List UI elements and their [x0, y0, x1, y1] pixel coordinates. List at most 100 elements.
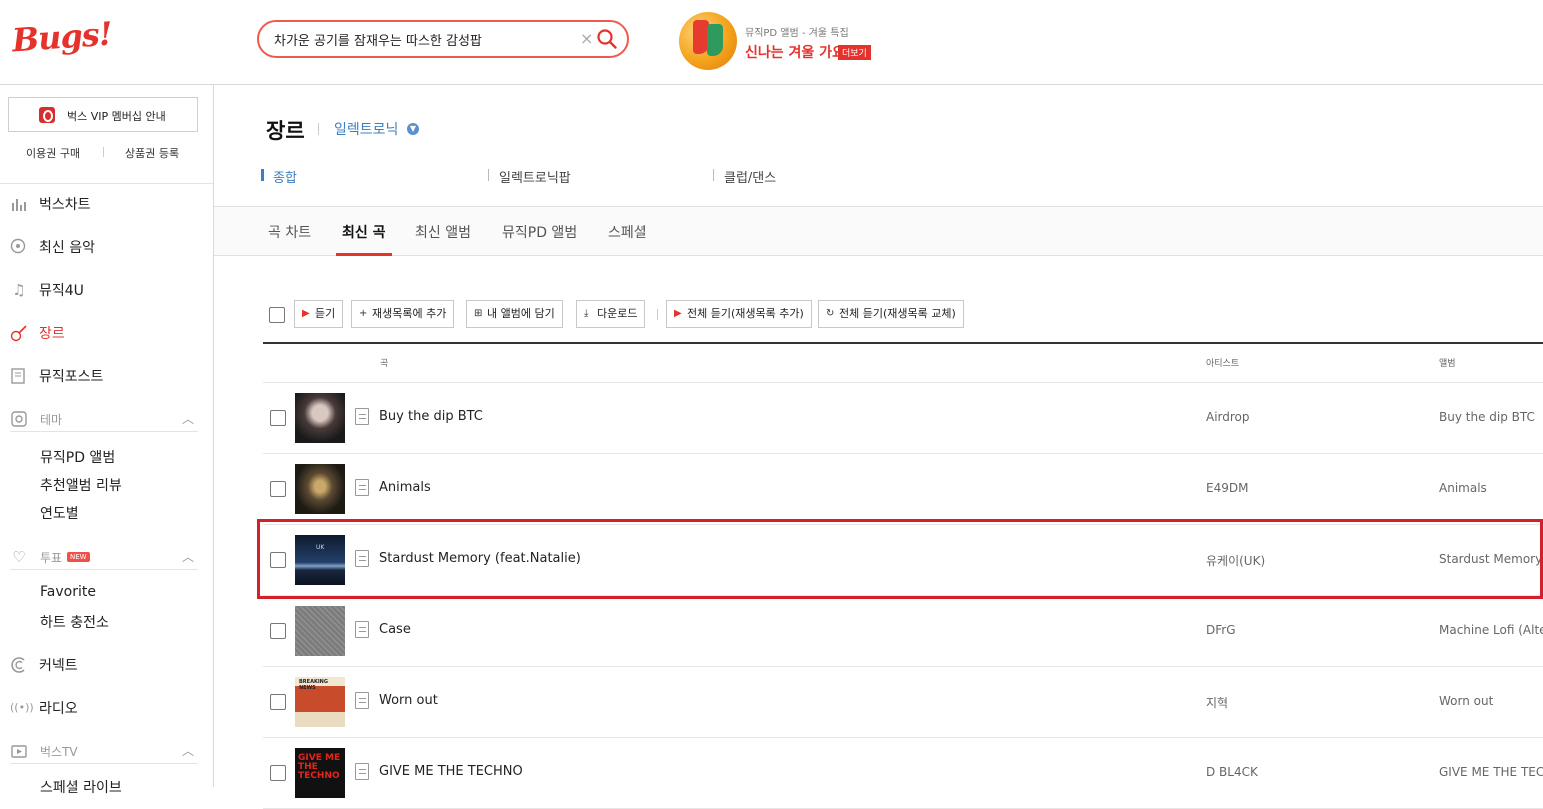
tab-musicpd-albums[interactable]: 뮤직PD 앨범: [502, 222, 577, 242]
new-music-icon: [10, 238, 28, 256]
promo-image[interactable]: [679, 12, 737, 70]
theme-icon: [10, 410, 28, 428]
table-row[interactable]: GIVE ME THE TECHNO GIVE ME THE TECHNO D …: [263, 738, 1543, 809]
add-to-playlist-button[interactable]: + 재생목록에 추가: [351, 300, 455, 328]
column-song: 곡: [380, 359, 389, 369]
post-icon: [10, 367, 28, 385]
album-cover[interactable]: BREAKING NEWS: [295, 677, 345, 727]
album-name[interactable]: GIVE ME THE TECH: [1439, 765, 1543, 779]
artist-name[interactable]: D BL4CK: [1206, 765, 1258, 779]
song-title[interactable]: Animals: [379, 480, 431, 495]
lyrics-icon[interactable]: [355, 621, 369, 638]
search-icon[interactable]: [596, 28, 618, 50]
tab-latest-songs[interactable]: 최신 곡: [342, 222, 386, 242]
nav-latest-music[interactable]: 최신 음악: [10, 235, 200, 259]
listen-button[interactable]: ▶ 듣기: [294, 300, 344, 328]
tab-special[interactable]: 스페셜: [608, 222, 647, 242]
theme-item[interactable]: 추천앨범 리뷰: [40, 475, 122, 495]
bugstv-item[interactable]: 스페셜 라이브: [40, 777, 122, 797]
column-album: 앨범: [1439, 359, 1456, 369]
nav-bugstv-group[interactable]: 벅스TV ︿: [10, 740, 198, 764]
lyrics-icon[interactable]: [355, 692, 369, 709]
search-box: ×: [257, 20, 629, 58]
lyrics-icon[interactable]: [355, 479, 369, 496]
vip-membership-button[interactable]: 벅스 VIP 멤버십 안내: [8, 97, 198, 132]
row-checkbox[interactable]: [270, 694, 286, 710]
album-name[interactable]: Machine Lofi (Alter: [1439, 623, 1543, 637]
bugs-logo[interactable]: Bugs!: [11, 15, 113, 60]
nav-bugs-chart[interactable]: 벅스차트: [10, 192, 200, 216]
album-cover[interactable]: GIVE ME THE TECHNO: [295, 748, 345, 798]
new-badge: NEW: [67, 552, 90, 562]
add-to-my-album-button[interactable]: ⊞ 내 앨범에 담기: [466, 300, 563, 328]
song-title[interactable]: Worn out: [379, 693, 438, 708]
chevron-down-icon[interactable]: ▼: [407, 123, 419, 135]
promo-subtitle: 뮤직PD 앨범 - 겨울 특집: [745, 28, 849, 39]
subgenre-electronic-pop[interactable]: 일렉트로닉팝: [488, 167, 571, 186]
row-checkbox[interactable]: [270, 765, 286, 781]
nav-music4u[interactable]: ♫ 뮤직4U: [10, 278, 200, 302]
promo-title[interactable]: 신나는 겨울 가요: [745, 42, 845, 62]
play-all-replace-button[interactable]: ↻ 전체 듣기(재생목록 교체): [818, 300, 964, 328]
album-name[interactable]: Buy the dip BTC: [1439, 410, 1535, 424]
lyrics-icon[interactable]: [355, 408, 369, 425]
buy-pass-link[interactable]: 이용권 구매: [26, 145, 80, 161]
top-header: Bugs! × 뮤직PD 앨범 - 겨울 특집 신나는 겨울 가요 더보기: [0, 0, 1543, 85]
heart-icon: ♡: [12, 548, 26, 566]
select-all-checkbox[interactable]: [269, 307, 285, 323]
theme-item[interactable]: 뮤직PD 앨범: [40, 447, 115, 467]
artist-name[interactable]: E49DM: [1206, 481, 1248, 495]
theme-item[interactable]: 연도별: [40, 503, 79, 523]
play-icon: ▶: [302, 308, 310, 319]
table-row[interactable]: BREAKING NEWS Worn out 지혁 Worn out: [263, 667, 1543, 738]
album-cover[interactable]: [295, 464, 345, 514]
replay-icon: ↻: [826, 308, 835, 319]
tab-latest-albums[interactable]: 최신 앨범: [415, 222, 471, 242]
nav-music-post[interactable]: 뮤직포스트: [10, 364, 200, 388]
chart-icon: [10, 195, 28, 213]
download-icon: ⤓: [584, 308, 589, 319]
main-content: 장르 일렉트로닉 ▼ 종합 일렉트로닉팝 클럽/댄스 곡 차트 최신 곡 최신 …: [214, 85, 1543, 809]
subgenre-club-dance[interactable]: 클럽/댄스: [713, 167, 776, 186]
song-title[interactable]: Buy the dip BTC: [379, 409, 483, 424]
tab-song-chart[interactable]: 곡 차트: [268, 222, 311, 242]
artist-name[interactable]: DFrG: [1206, 623, 1236, 637]
nav-radio[interactable]: ((•)) 라디오: [10, 696, 200, 720]
song-title[interactable]: Case: [379, 622, 411, 637]
song-title[interactable]: GIVE ME THE TECHNO: [379, 764, 523, 779]
lyrics-icon[interactable]: [355, 763, 369, 780]
table-row[interactable]: Buy the dip BTC Airdrop Buy the dip BTC: [263, 383, 1543, 454]
promo-more-button[interactable]: 더보기: [838, 45, 871, 60]
register-coupon-link[interactable]: 상품권 등록: [125, 145, 179, 161]
nav-theme-group[interactable]: 테마 ︿: [10, 408, 198, 432]
vote-item[interactable]: Favorite: [40, 584, 96, 600]
album-cover[interactable]: [295, 393, 345, 443]
sidebar: 벅스 VIP 멤버십 안내 이용권 구매 상품권 등록 벅스차트 최신 음악 ♫…: [0, 85, 214, 796]
tv-icon: [10, 742, 28, 760]
vote-item[interactable]: 하트 충전소: [40, 612, 109, 632]
clear-icon[interactable]: ×: [580, 29, 593, 48]
album-add-icon: ⊞: [474, 308, 483, 319]
nav-genre[interactable]: 장르: [10, 321, 200, 345]
connect-icon: [10, 656, 28, 674]
table-row[interactable]: Animals E49DM Animals: [263, 454, 1543, 525]
table-row[interactable]: Case DFrG Machine Lofi (Alter: [263, 596, 1543, 667]
chevron-up-icon[interactable]: ︿: [182, 410, 194, 427]
album-cover[interactable]: [295, 606, 345, 656]
row-checkbox[interactable]: [270, 481, 286, 497]
chevron-up-icon[interactable]: ︿: [182, 548, 194, 565]
album-name[interactable]: Worn out: [1439, 694, 1493, 708]
row-checkbox[interactable]: [270, 410, 286, 426]
nav-vote-group[interactable]: ♡ 투표 NEW ︿: [10, 546, 198, 570]
row-checkbox[interactable]: [270, 623, 286, 639]
genre-selector[interactable]: 일렉트로닉: [334, 119, 398, 139]
artist-name[interactable]: 지혁: [1206, 694, 1228, 711]
subgenre-all[interactable]: 종합: [261, 167, 297, 186]
chevron-up-icon[interactable]: ︿: [182, 742, 194, 759]
download-button[interactable]: ⤓ 다운로드: [576, 300, 646, 328]
search-input[interactable]: [274, 29, 574, 49]
artist-name[interactable]: Airdrop: [1206, 410, 1250, 424]
nav-connect[interactable]: 커넥트: [10, 653, 200, 677]
album-name[interactable]: Animals: [1439, 481, 1487, 495]
play-all-add-button[interactable]: ▶ 전체 듣기(재생목록 추가): [666, 300, 812, 328]
